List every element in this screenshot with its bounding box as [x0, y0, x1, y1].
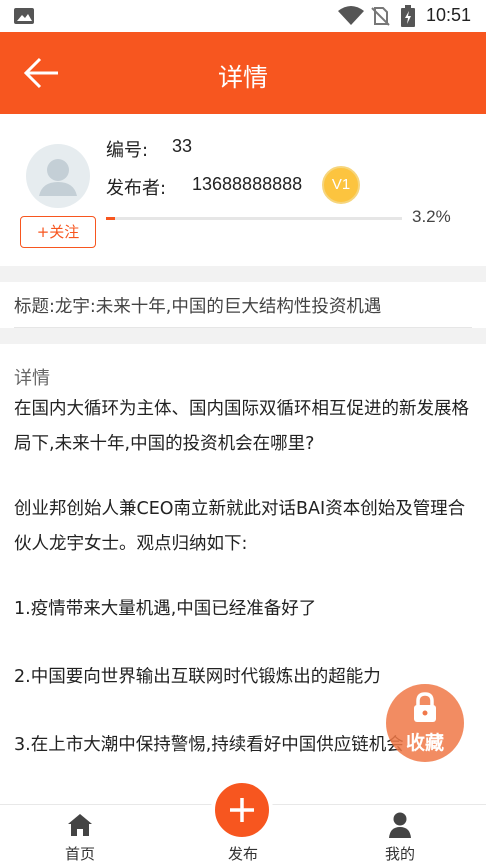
- level-progress-text: 3.2%: [412, 207, 451, 226]
- level-progress-bar: [106, 217, 402, 220]
- detail-paragraph: 创业邦创始人兼CEO南立新就此对话BAI资本创始及管理合伙人龙宇女士。观点归纳如…: [14, 499, 466, 554]
- image-notification-icon: [14, 8, 34, 24]
- id-label: 编号:: [106, 140, 149, 161]
- plus-icon: [230, 798, 254, 822]
- user-placeholder-icon: [39, 159, 77, 196]
- tab-publish-label: 发布: [227, 845, 258, 863]
- person-icon: [389, 812, 411, 838]
- avatar[interactable]: [26, 144, 90, 208]
- bottom-tab-bar: 首页 发布 我的: [0, 779, 486, 864]
- lock-icon: [414, 692, 436, 722]
- tab-publish[interactable]: 发布: [193, 779, 293, 864]
- status-bar: 10:51: [0, 0, 486, 32]
- detail-heading: 详情: [14, 368, 50, 389]
- divider: [14, 327, 472, 328]
- page-title: 详情: [217, 63, 268, 92]
- id-value: 33: [172, 136, 193, 156]
- favorite-label: 收藏: [405, 732, 444, 754]
- detail-paragraph: 在国内大循环为主体、国内国际双循环相互促进的新发展格局下,未来十年,中国的投资机…: [14, 399, 469, 454]
- wifi-icon: [338, 6, 364, 25]
- level-progress-fill: [106, 217, 116, 220]
- home-icon: [68, 814, 92, 836]
- tab-mine-label: 我的: [384, 845, 415, 863]
- tab-mine[interactable]: 我的: [350, 805, 450, 864]
- no-sim-icon: [371, 7, 390, 26]
- publisher-label: 发布者:: [106, 178, 167, 199]
- article-title: 标题:龙宇:未来十年,中国的巨大结构性投资机遇: [14, 297, 382, 317]
- status-time: 10:51: [426, 5, 472, 25]
- detail-paragraph: 1.疫情带来大量机遇,中国已经准备好了: [14, 599, 317, 619]
- article-title-row: 标题:龙宇:未来十年,中国的巨大结构性投资机遇: [0, 282, 486, 328]
- tab-home-label: 首页: [64, 845, 95, 863]
- publish-button[interactable]: [211, 779, 273, 841]
- tab-home[interactable]: 首页: [30, 805, 130, 864]
- follow-button[interactable]: +关注: [20, 216, 96, 248]
- level-badge: V1: [322, 166, 360, 204]
- app-bar: 详情: [0, 32, 486, 114]
- publisher-card: +关注 编号: 33 发布者: 13688888888 V1 3.2%: [0, 114, 486, 266]
- publisher-value: 13688888888: [192, 174, 303, 194]
- battery-icon: [401, 5, 415, 27]
- favorite-button[interactable]: 收藏: [386, 684, 464, 762]
